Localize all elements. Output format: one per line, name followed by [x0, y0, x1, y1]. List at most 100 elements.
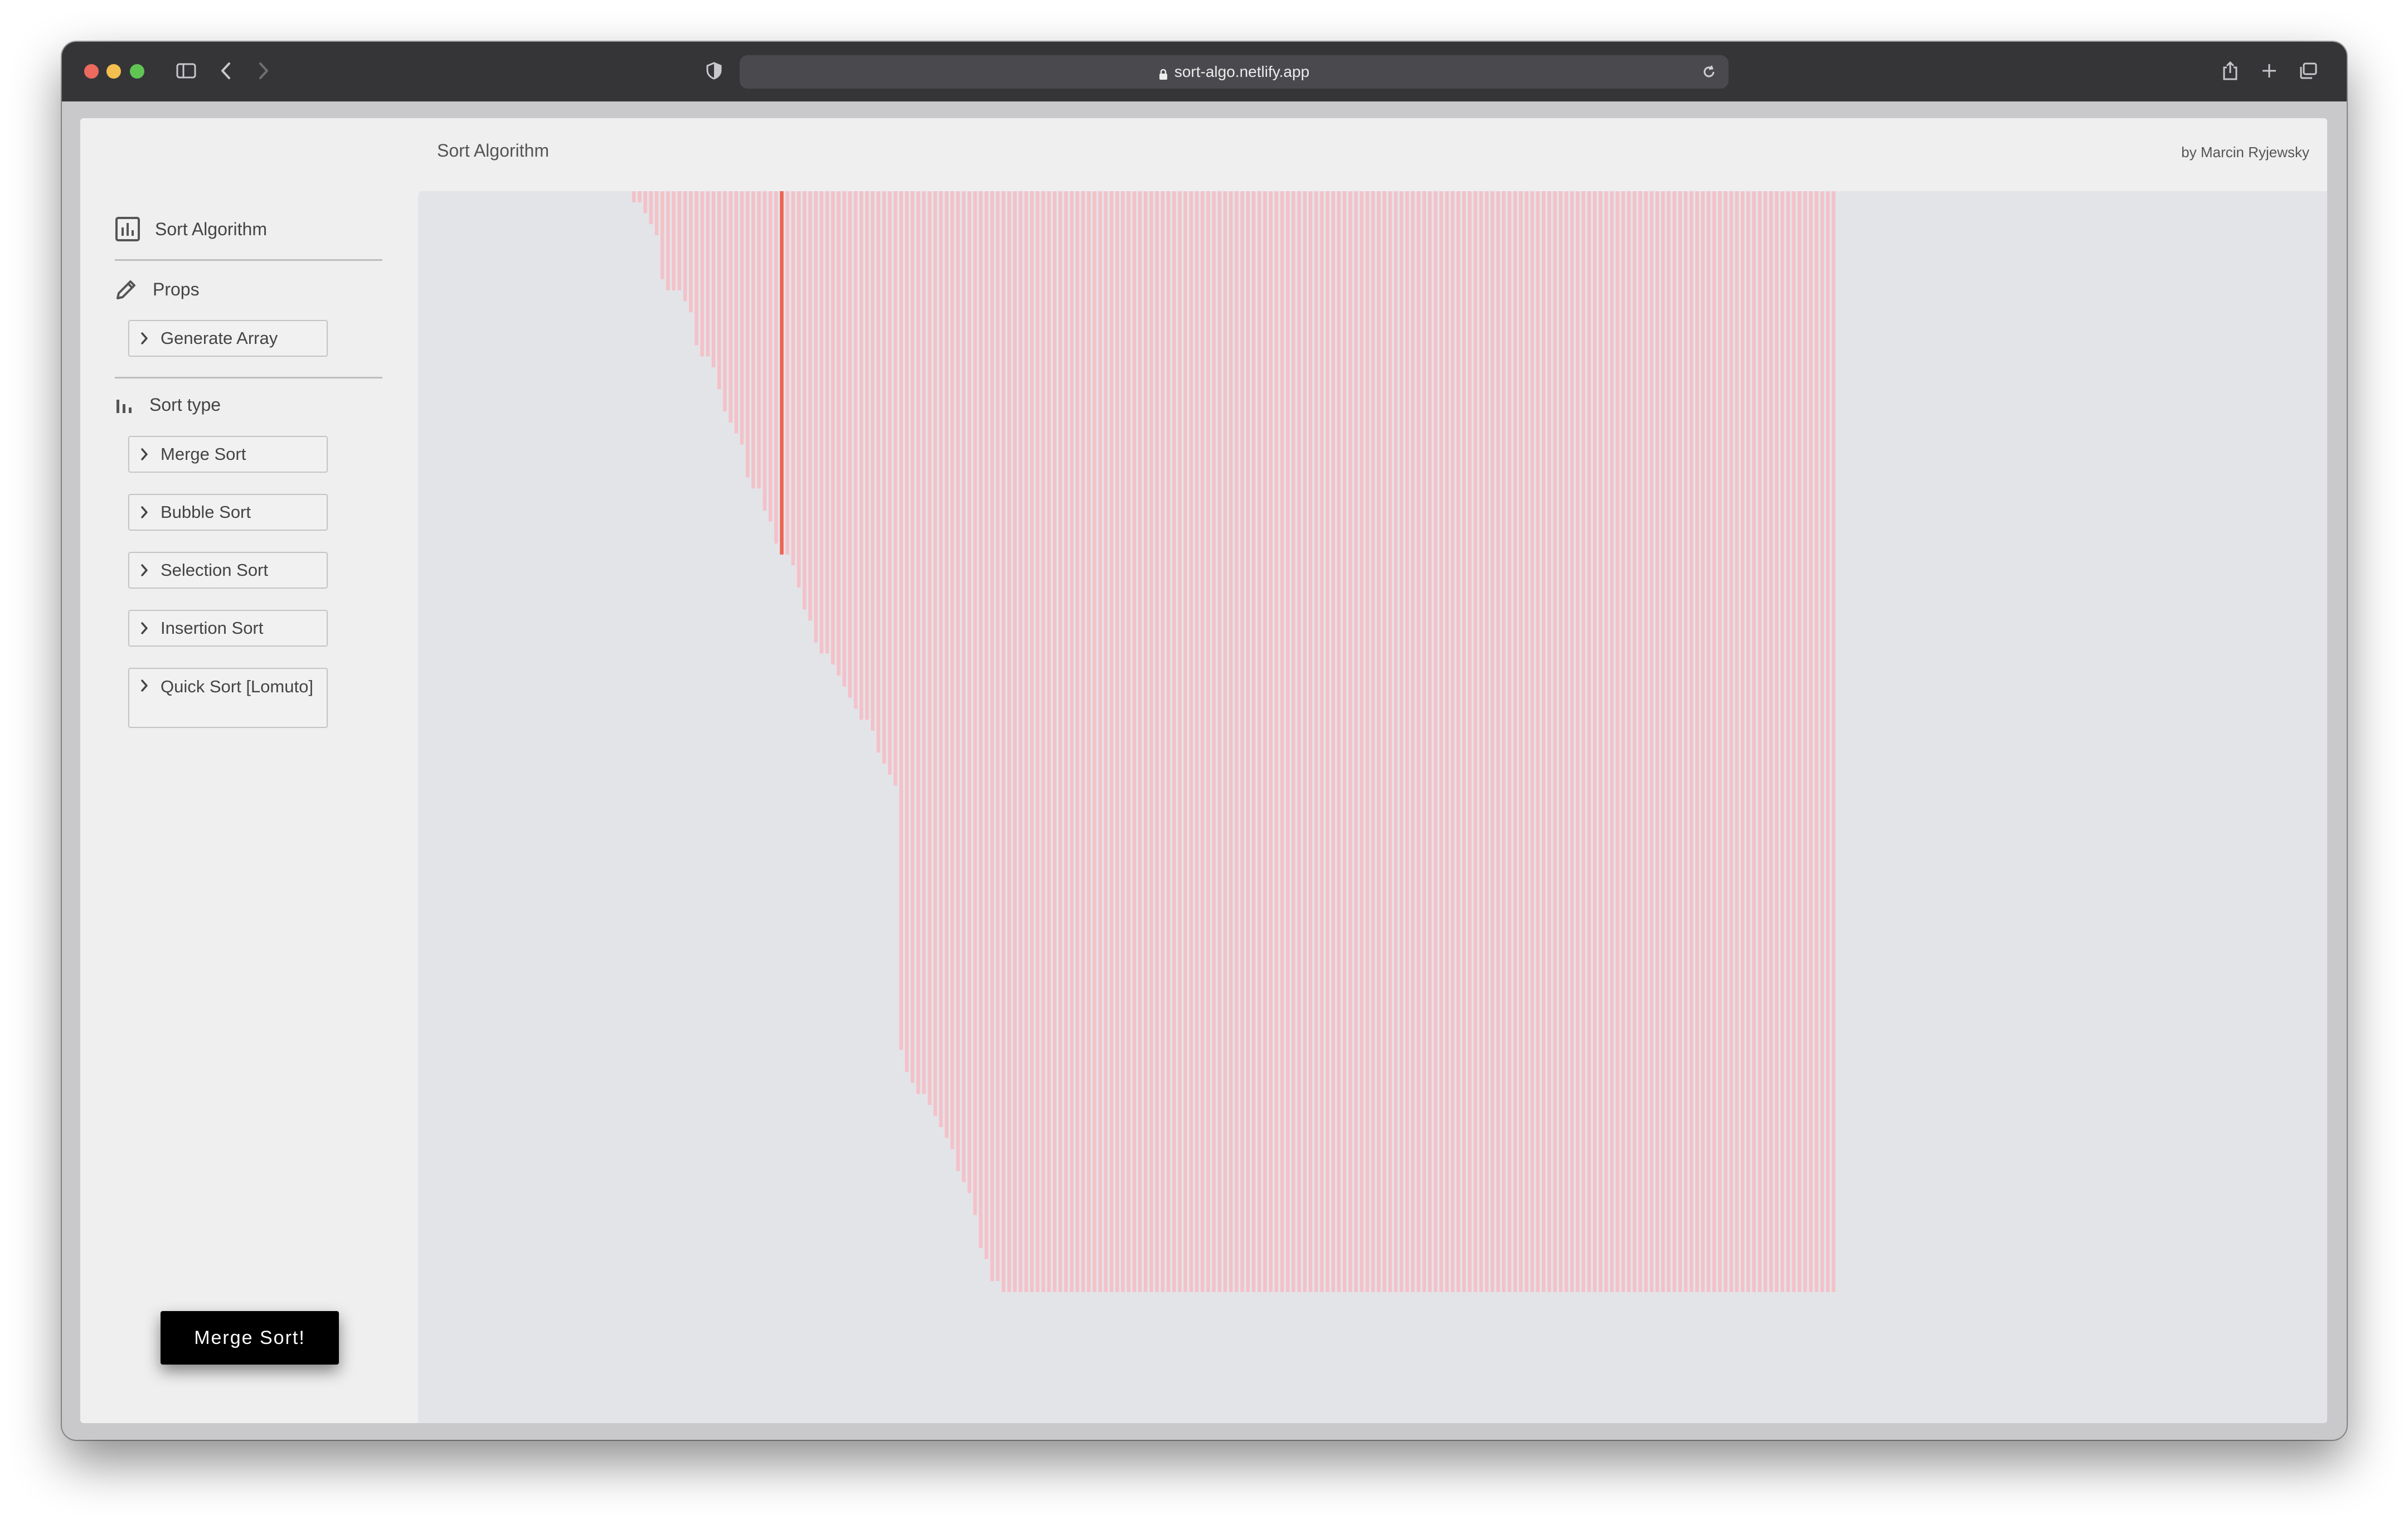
- array-bar: [1434, 191, 1438, 1292]
- array-bar: [1473, 191, 1478, 1292]
- array-bar: [1269, 191, 1273, 1292]
- array-bar: [1002, 191, 1006, 1292]
- array-bar: [797, 191, 801, 588]
- sidebar-divider: [115, 259, 382, 261]
- merge-sort-button[interactable]: Merge Sort: [128, 436, 328, 473]
- array-bar: [1292, 191, 1295, 1292]
- array-bar: [1479, 191, 1483, 1292]
- array-bar: [842, 191, 846, 687]
- array-bar: [1633, 191, 1637, 1292]
- generate-array-button[interactable]: Generate Array: [128, 320, 328, 357]
- array-bar: [1724, 191, 1727, 1292]
- array-bar: [916, 191, 920, 1094]
- share-icon[interactable]: [2218, 55, 2242, 86]
- array-bar: [1138, 191, 1142, 1292]
- array-bar: [996, 191, 1000, 1282]
- tab-overview-icon[interactable]: [2296, 55, 2320, 86]
- array-bar: [939, 191, 943, 1127]
- array-bar: [1235, 191, 1239, 1292]
- array-bar: [1303, 191, 1307, 1292]
- address-bar[interactable]: sort-algo.netlify.app: [740, 55, 1729, 89]
- array-bar: [945, 191, 949, 1138]
- array-bar: [1348, 191, 1352, 1292]
- array-bar: [774, 191, 778, 543]
- array-bar: [1416, 191, 1421, 1292]
- array-bar: [1172, 191, 1176, 1292]
- bubble-sort-button[interactable]: Bubble Sort: [128, 494, 328, 531]
- array-bar: [1183, 191, 1187, 1292]
- array-bar: [819, 191, 824, 654]
- close-window-button[interactable]: [84, 64, 99, 79]
- array-bar: [1621, 191, 1625, 1292]
- array-bar: [1251, 191, 1256, 1292]
- array-bar: [1468, 191, 1472, 1292]
- array-bar: [1388, 191, 1392, 1292]
- array-bar: [734, 191, 739, 434]
- props-heading-label: Props: [153, 279, 200, 299]
- array-bar: [1547, 191, 1551, 1292]
- sidebar-brand[interactable]: Sort Algorithm: [115, 216, 267, 242]
- array-bar: [1803, 191, 1807, 1292]
- array-bar: [1018, 191, 1023, 1292]
- array-bar: [1371, 191, 1375, 1292]
- array-bar: [1559, 191, 1563, 1292]
- array-bar: [661, 191, 664, 279]
- array-bar: [1411, 191, 1415, 1292]
- array-bar: [1502, 191, 1506, 1292]
- array-bar: [1127, 191, 1130, 1292]
- lock-icon: [1159, 66, 1168, 80]
- array-bar: [1036, 191, 1040, 1292]
- sort-type-heading-label: Sort type: [149, 395, 221, 415]
- array-bar: [1832, 191, 1836, 1292]
- array-bar: [888, 191, 892, 775]
- browser-titlebar: sort-algo.netlify.app: [62, 42, 2347, 101]
- array-bar: [1405, 191, 1409, 1292]
- array-bar: [1536, 191, 1540, 1292]
- back-icon[interactable]: [215, 55, 237, 86]
- array-bar: [825, 191, 829, 654]
- array-bar: [1280, 191, 1284, 1292]
- sidebar-toggle-icon[interactable]: [172, 55, 200, 86]
- array-bar: [979, 191, 983, 1248]
- array-bar: [1615, 191, 1620, 1292]
- array-bar: [860, 191, 863, 720]
- array-bar: [1104, 191, 1108, 1292]
- array-bar: [1297, 191, 1301, 1292]
- sort-type-heading: Sort type: [115, 395, 221, 415]
- array-bar: [1507, 191, 1512, 1292]
- zoom-window-button[interactable]: [130, 64, 144, 79]
- forward-icon[interactable]: [253, 55, 275, 86]
- array-bar: [1201, 191, 1205, 1292]
- privacy-shield-icon[interactable]: [703, 55, 725, 86]
- quick-sort-button[interactable]: Quick Sort [Lomuto]: [128, 668, 328, 728]
- array-bar: [1780, 191, 1784, 1292]
- array-bar: [1206, 191, 1210, 1292]
- array-bar: [1343, 191, 1347, 1292]
- reload-icon[interactable]: [1702, 64, 1716, 84]
- array-bar: [1098, 191, 1102, 1292]
- array-bar: [700, 191, 704, 357]
- minimize-window-button[interactable]: [106, 64, 121, 79]
- new-tab-icon[interactable]: [2257, 55, 2281, 86]
- array-bar: [1240, 191, 1244, 1292]
- array-bar: [1007, 191, 1011, 1292]
- array-bar: [1087, 191, 1091, 1292]
- array-bar: [740, 191, 744, 445]
- array-bar: [1661, 191, 1665, 1292]
- array-bar: [1684, 191, 1688, 1292]
- array-bar: [837, 191, 841, 676]
- array-bar: [1712, 191, 1716, 1292]
- array-bar: [1672, 191, 1677, 1292]
- array-bar: [1741, 191, 1745, 1292]
- array-bar: [1809, 191, 1813, 1292]
- array-bar: [1030, 191, 1034, 1292]
- run-sort-button[interactable]: Merge Sort!: [161, 1311, 339, 1365]
- array-bar: [1337, 191, 1341, 1292]
- array-bar: [729, 191, 732, 423]
- array-bar: [1115, 191, 1119, 1292]
- array-bar: [1581, 191, 1585, 1292]
- array-bar: [677, 191, 682, 290]
- array-bar: [1729, 191, 1734, 1292]
- selection-sort-button[interactable]: Selection Sort: [128, 552, 328, 589]
- insertion-sort-button[interactable]: Insertion Sort: [128, 610, 328, 647]
